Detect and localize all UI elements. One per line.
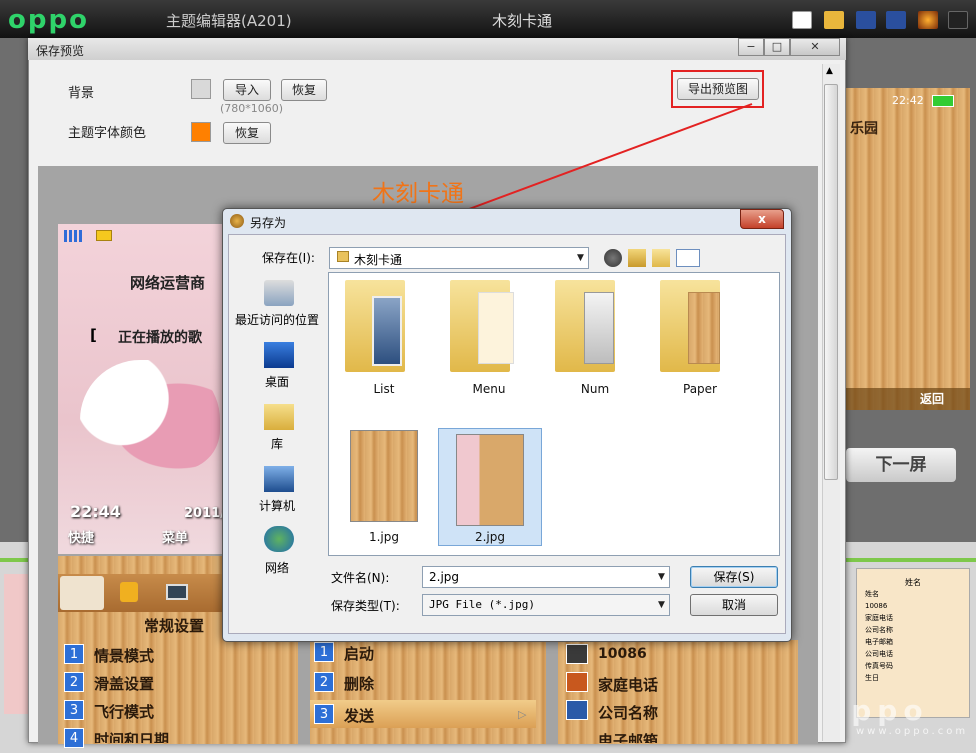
contact-item: 家庭电话	[598, 676, 659, 694]
filename-input[interactable]: 2.jpg	[422, 566, 670, 588]
item-number: 2	[64, 672, 84, 692]
speaker-icon	[120, 582, 138, 602]
pink-phone-date: 2011/	[184, 506, 225, 521]
bracket-glyph: [	[90, 326, 97, 344]
softkey-left: 快捷	[68, 531, 95, 546]
view-menu-icon[interactable]	[676, 249, 700, 267]
settings-item: 情景模式	[94, 647, 155, 665]
dialog-title: 另存为	[250, 216, 287, 230]
contact-item: 电子邮箱	[598, 732, 659, 743]
gear-icon	[60, 576, 104, 610]
network-icon[interactable]	[264, 526, 294, 552]
image-thumbnail[interactable]	[350, 430, 418, 522]
file-name[interactable]: 2.jpg	[450, 530, 530, 544]
annotation-text: 木刻卡通	[372, 181, 464, 207]
submenu-arrow-icon: ▷	[518, 708, 527, 721]
contact-phone-preview	[558, 640, 798, 744]
up-folder-icon[interactable]	[628, 249, 646, 267]
save-button[interactable]: 保存(S)	[690, 566, 778, 588]
home-icon	[566, 672, 588, 692]
pink-phone-time: 22:44	[70, 502, 121, 521]
file-name[interactable]: Paper	[660, 382, 740, 396]
item-number: 3	[64, 700, 84, 720]
menu-item: 启动	[344, 645, 375, 663]
now-playing-text: 正在播放的歌	[118, 330, 202, 346]
new-folder-icon[interactable]	[652, 249, 670, 267]
folder-preview-menu	[478, 292, 514, 364]
settings-title: 常规设置	[144, 617, 205, 635]
item-number: 1	[64, 644, 84, 664]
file-name[interactable]: Menu	[449, 382, 529, 396]
folder-preview-num	[584, 292, 614, 364]
filetype-label: 保存类型(T):	[331, 599, 400, 613]
filename-label: 文件名(N):	[331, 571, 390, 585]
contact-item: 公司名称	[598, 704, 659, 722]
company-icon	[566, 700, 588, 720]
operator-text: 网络运营商	[130, 274, 206, 292]
item-number: 2	[314, 672, 334, 692]
chevron-down-icon[interactable]: ▼	[658, 572, 665, 582]
chevron-down-icon[interactable]: ▼	[577, 253, 584, 263]
save-in-value: 木刻卡通	[354, 253, 403, 267]
library-icon[interactable]	[264, 404, 294, 430]
place-network[interactable]: 网络	[230, 559, 324, 576]
softkey-right: 菜单	[162, 531, 189, 546]
file-name[interactable]: 1.jpg	[344, 530, 424, 544]
place-desktop[interactable]: 桌面	[230, 373, 324, 390]
item-number: 1	[314, 642, 334, 662]
teddy-bear-image	[80, 360, 220, 470]
menu-item: 发送	[344, 707, 375, 725]
filetype-select[interactable]: JPG File (*.jpg)	[422, 594, 670, 616]
monitor-icon	[166, 584, 188, 600]
place-recent[interactable]: 最近访问的位置	[230, 311, 324, 328]
settings-item: 滑盖设置	[94, 675, 155, 693]
settings-item: 时间和日期	[94, 731, 170, 743]
recent-places-icon[interactable]	[264, 280, 294, 306]
folder-preview-list	[372, 296, 402, 366]
place-computer[interactable]: 计算机	[230, 497, 324, 514]
settings-item: 飞行模式	[94, 703, 155, 721]
desktop-icon[interactable]	[264, 342, 294, 368]
chevron-down-icon[interactable]: ▼	[658, 600, 665, 610]
dialog-app-icon	[230, 214, 244, 228]
phone-number-icon	[566, 644, 588, 664]
item-number: 3	[314, 704, 334, 724]
signal-icon	[64, 230, 84, 242]
mail-icon	[96, 230, 112, 241]
file-name[interactable]: List	[344, 382, 424, 396]
image-thumbnail[interactable]	[456, 434, 524, 526]
folder-icon	[337, 251, 349, 262]
computer-icon[interactable]	[264, 466, 294, 492]
cancel-button[interactable]: 取消	[690, 594, 778, 616]
place-library[interactable]: 库	[230, 435, 324, 452]
folder-preview-paper	[688, 292, 720, 364]
dialog-close-button[interactable]: x	[740, 209, 784, 229]
file-name[interactable]: Num	[555, 382, 635, 396]
save-in-label: 保存在(I):	[262, 251, 315, 265]
contact-item: 10086	[598, 646, 647, 662]
item-number: 4	[64, 728, 84, 748]
back-icon[interactable]	[604, 249, 622, 267]
menu-item: 删除	[344, 675, 375, 693]
